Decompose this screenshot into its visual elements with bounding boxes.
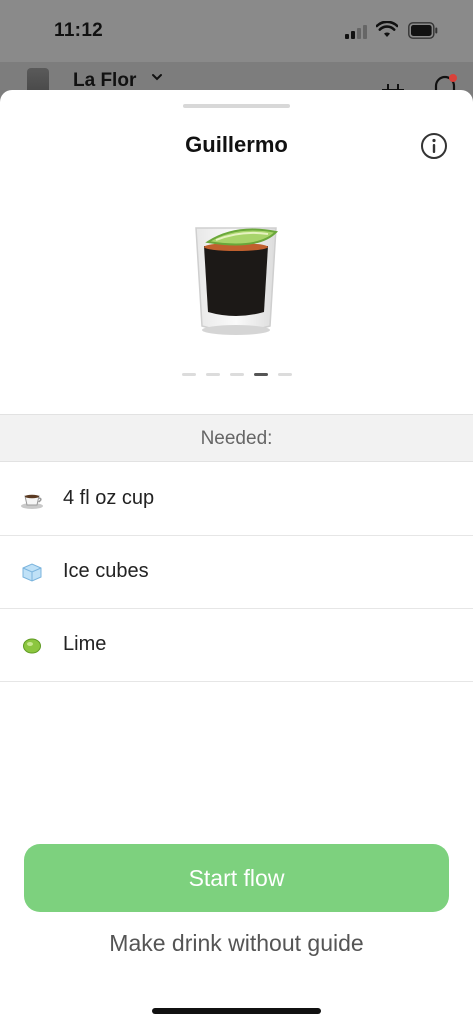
list-item: 4 fl oz cup (0, 463, 473, 536)
drink-detail-sheet: Guillermo Needed: 4 fl oz cup Ice cubes … (0, 90, 473, 1024)
drink-title: Guillermo (185, 132, 288, 157)
drink-image[interactable] (186, 210, 286, 340)
pager-dot[interactable] (277, 373, 292, 376)
needed-section-header: Needed: (0, 414, 473, 462)
start-flow-button[interactable]: Start flow (24, 844, 449, 912)
machine-name: La Flor (73, 70, 137, 91)
list-item: Ice cubes (0, 536, 473, 609)
coffee-cup-icon (21, 494, 43, 509)
pager-dot[interactable] (229, 373, 244, 376)
list-item: Lime (0, 609, 473, 682)
needed-list: 4 fl oz cup Ice cubes Lime (0, 463, 473, 682)
pager-dot-active[interactable] (253, 373, 268, 376)
sheet-grabber[interactable] (183, 104, 290, 108)
item-label: 4 fl oz cup (63, 487, 155, 509)
make-without-guide-link[interactable]: Make drink without guide (0, 930, 473, 957)
pager-dot[interactable] (181, 373, 196, 376)
status-time: 11:12 (54, 20, 104, 41)
chevron-down-icon (152, 74, 162, 81)
wifi-icon (376, 21, 398, 37)
ice-cube-icon (22, 563, 42, 582)
item-label: Lime (63, 633, 107, 655)
status-bar: 11:12 (0, 0, 473, 62)
info-icon[interactable] (420, 132, 448, 160)
lime-icon (23, 638, 41, 654)
home-indicator[interactable] (152, 1008, 321, 1014)
pager-dot[interactable] (205, 373, 220, 376)
battery-icon (408, 22, 438, 39)
item-label: Ice cubes (63, 560, 149, 582)
signal-icon (345, 25, 369, 39)
image-pager[interactable] (0, 373, 473, 377)
